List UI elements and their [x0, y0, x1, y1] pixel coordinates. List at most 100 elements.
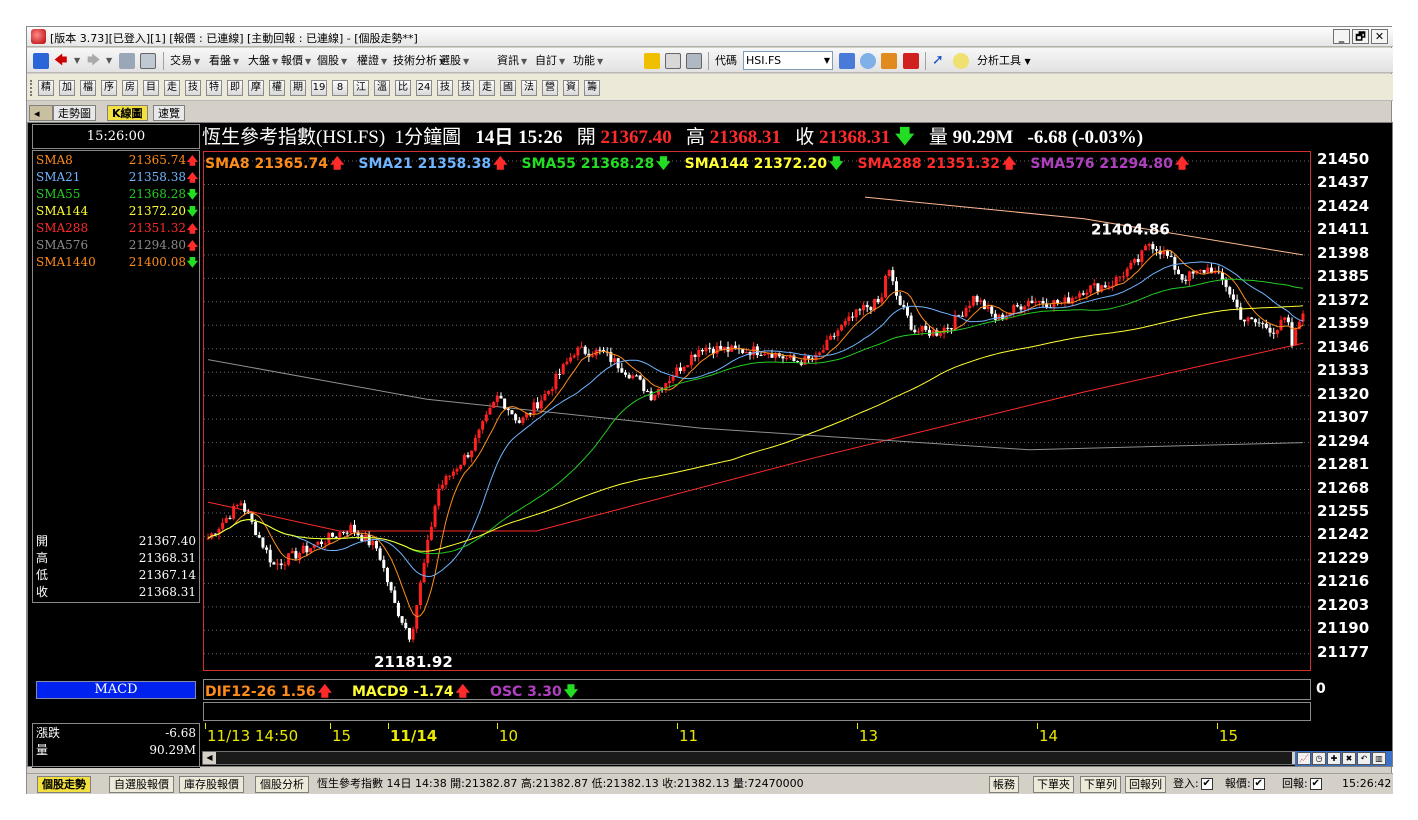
quick-button-8[interactable]: 特 [206, 80, 222, 96]
quick-button-18[interactable]: 24 [416, 80, 432, 96]
login-checkbox[interactable]: ✔ [1200, 778, 1213, 790]
menu-7[interactable]: 選股 ▼ [439, 48, 469, 73]
candle-body [1246, 317, 1250, 322]
kline-chart[interactable]: 恆生參考指數(HSI.FS) 1分鐘圖 14日 15:26 開 21367.40… [202, 123, 1394, 768]
quick-button-11[interactable]: 權 [269, 80, 285, 96]
candle-body [1198, 269, 1202, 271]
back-dropdown-icon[interactable]: ▼ [74, 48, 80, 73]
status-button-3[interactable]: 回報列 [1125, 776, 1166, 793]
menu-8[interactable]: 資訊 ▼ [497, 48, 527, 73]
home-icon[interactable] [33, 53, 49, 69]
candle-body [422, 562, 426, 583]
report-checkbox[interactable]: ✔ [1309, 778, 1322, 790]
menu-5[interactable]: 權證 ▼ [357, 48, 387, 73]
bottom-tab-3[interactable]: 個股分析 [255, 776, 309, 793]
settings-icon[interactable] [686, 53, 702, 69]
quick-button-14[interactable]: 8 [332, 80, 348, 96]
menu-3[interactable]: 報價 ▼ [281, 48, 311, 73]
horizontal-scrollbar[interactable]: ◀ ▶ [202, 751, 1306, 765]
quick-button-21[interactable]: 走 [479, 80, 495, 96]
quick-button-13[interactable]: 19 [311, 80, 327, 96]
bottom-tab-0[interactable]: 個股走勢 [37, 776, 91, 793]
status-button-1[interactable]: 下單夾 [1033, 776, 1074, 793]
candle-body [532, 402, 536, 414]
quick-button-20[interactable]: 技 [458, 80, 474, 96]
notepad-icon[interactable] [665, 53, 681, 69]
zoom-icon[interactable] [953, 53, 969, 69]
menu-4[interactable]: 個股 ▼ [317, 48, 347, 73]
window-icon[interactable] [140, 53, 156, 69]
back-icon[interactable]: 🡄 [54, 48, 67, 73]
quick-button-6[interactable]: 走 [164, 80, 180, 96]
quick-button-2[interactable]: 檔 [80, 80, 96, 96]
menu-6[interactable]: 技術分析 ▼ [393, 48, 445, 73]
candle-body [733, 345, 737, 349]
code-input[interactable]: HSI.FS [743, 51, 833, 70]
radar-icon[interactable] [881, 53, 897, 69]
menu-0[interactable]: 交易 ▼ [170, 48, 200, 73]
quick-button-25[interactable]: 資 [563, 80, 579, 96]
menu-1[interactable]: 看盤 ▼ [209, 48, 239, 73]
timer-icon[interactable]: ◷ [1312, 752, 1326, 765]
quick-button-16[interactable]: 溫 [374, 80, 390, 96]
code-dropdown-icon[interactable]: ▼ [821, 51, 833, 70]
y-tick-label: 21437 [1317, 173, 1370, 192]
quick-button-26[interactable]: 籌 [584, 80, 600, 96]
ohlc-label: 開 [36, 534, 49, 548]
analysis-tools-menu[interactable]: 分析工具 ▼ [977, 48, 1031, 73]
menu-10[interactable]: 功能 ▼ [573, 48, 603, 73]
quick-button-22[interactable]: 國 [500, 80, 516, 96]
lightning-icon[interactable] [644, 53, 660, 69]
zoom-in-icon[interactable]: ✚ [1327, 752, 1341, 765]
close-button[interactable]: ✕ [1371, 29, 1388, 44]
quick-button-7[interactable]: 技 [185, 80, 201, 96]
candle-body [1125, 268, 1129, 277]
toolbar-grip[interactable] [30, 80, 33, 96]
quick-button-5[interactable]: 目 [143, 80, 159, 96]
search-icon[interactable] [860, 53, 876, 69]
status-button-2[interactable]: 下單列 [1080, 776, 1121, 793]
tab-scroll-left-icon[interactable]: ◂ [29, 105, 53, 121]
quick-button-4[interactable]: 房 [122, 80, 138, 96]
quick-button-24[interactable]: 營 [542, 80, 558, 96]
forward-dropdown-icon[interactable]: ▼ [106, 48, 112, 73]
candle-body [1206, 267, 1210, 273]
status-button-0[interactable]: 帳務 [989, 776, 1019, 793]
quick-button-23[interactable]: 法 [521, 80, 537, 96]
quick-button-15[interactable]: 江 [353, 80, 369, 96]
undo-icon[interactable]: ↶ [1357, 752, 1371, 765]
tab-trend[interactable]: 走勢圖 [53, 105, 96, 121]
print-icon[interactable] [119, 53, 135, 69]
chart-type-icon[interactable]: 📈 [1297, 752, 1311, 765]
quick-button-0[interactable]: 精 [38, 80, 54, 96]
binoculars-icon[interactable] [839, 53, 855, 69]
quick-button-3[interactable]: 序 [101, 80, 117, 96]
sma-legend-text: SMA21 21358.38 [358, 156, 492, 172]
scroll-left-icon[interactable]: ◀ [203, 752, 216, 764]
forward-icon[interactable]: 🡆 [87, 48, 100, 73]
price-plot[interactable]: 21181.92 21404.86 [204, 152, 1311, 670]
quick-button-10[interactable]: 摩 [248, 80, 264, 96]
bottom-tab-2[interactable]: 庫存股報價 [179, 776, 244, 793]
candle-body [550, 389, 554, 391]
bottom-tab-1[interactable]: 自選股報價 [109, 776, 174, 793]
quick-button-19[interactable]: 技 [437, 80, 453, 96]
quick-button-9[interactable]: 即 [227, 80, 243, 96]
bar-chart-icon[interactable]: ▥ [1372, 752, 1386, 765]
pointer-icon[interactable]: ➚ [932, 48, 944, 73]
menu-2[interactable]: 大盤 ▼ [248, 48, 278, 73]
quick-button-1[interactable]: 加 [59, 80, 75, 96]
menu-9[interactable]: 自訂 ▼ [535, 48, 565, 73]
alert-icon[interactable] [903, 53, 919, 69]
candle-body [818, 352, 822, 355]
tab-quickview[interactable]: 速覽 [153, 105, 185, 121]
indicator-select-button[interactable]: MACD [36, 681, 196, 699]
quick-button-17[interactable]: 比 [395, 80, 411, 96]
maximize-button[interactable]: 🗗 [1352, 29, 1369, 44]
quick-button-12[interactable]: 期 [290, 80, 306, 96]
sma-legend-item: SMA144 21372.20 🡇 [685, 156, 844, 172]
minimize-button[interactable]: _ [1333, 29, 1350, 44]
quote-checkbox[interactable]: ✔ [1252, 778, 1265, 790]
tab-kline[interactable]: K線圖 [107, 105, 148, 121]
zoom-out-icon[interactable]: ✖ [1342, 752, 1356, 765]
